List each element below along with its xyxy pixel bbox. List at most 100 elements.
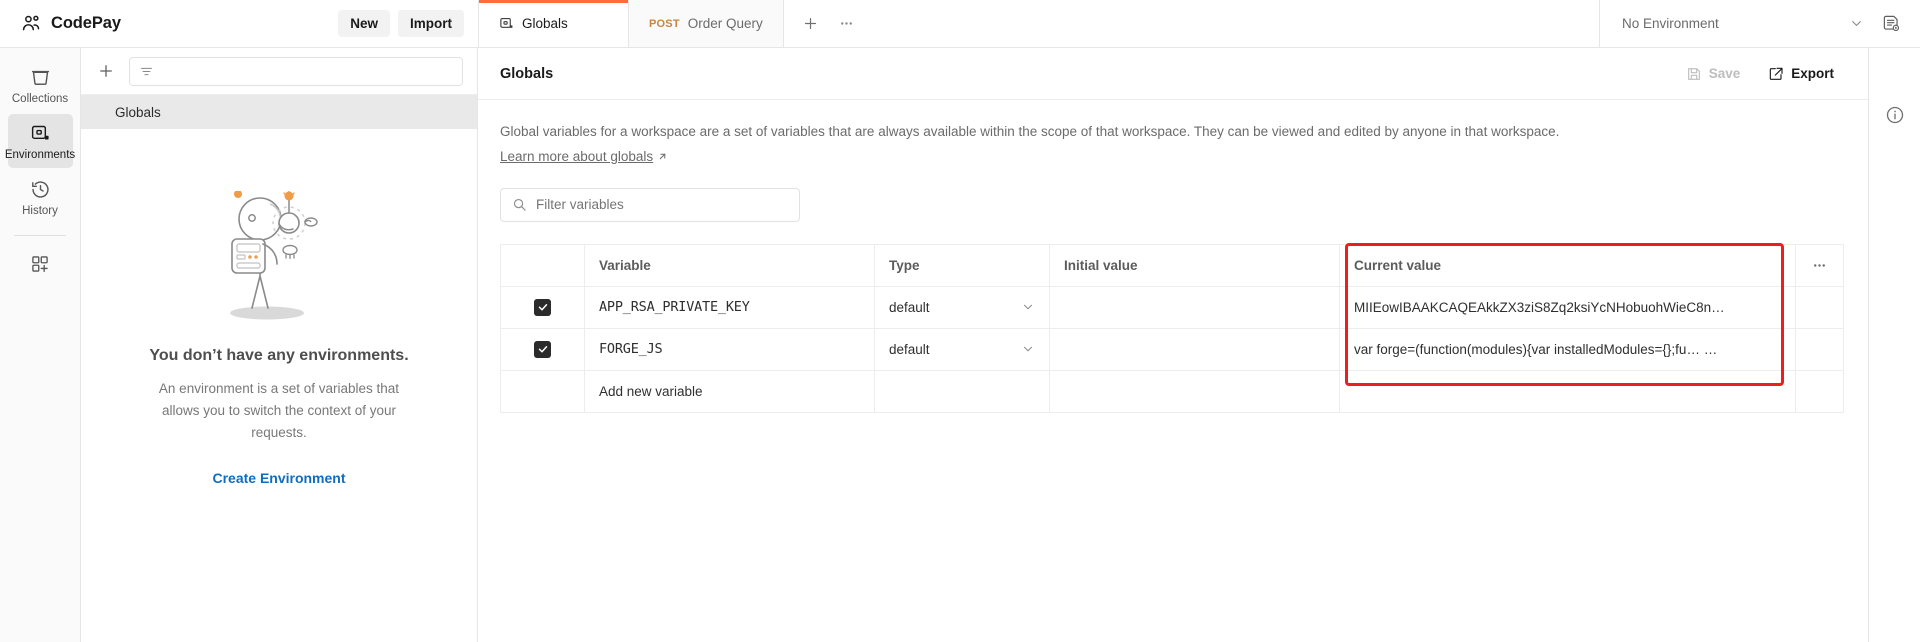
workspace-actions: New Import — [338, 10, 464, 37]
environment-selector[interactable]: No Environment — [1618, 10, 1868, 37]
filter-variables-input[interactable] — [536, 197, 788, 213]
globals-content: Global variables for a workspace are a s… — [478, 100, 1868, 642]
row-current-value[interactable]: MIIEowIBAAKCAQEAkkZX3ziS8Zq2ksiYcNHobuoh… — [1339, 285, 1796, 329]
workspace-name: CodePay — [51, 14, 121, 32]
add-apps-button[interactable] — [8, 245, 73, 281]
environments-sidebar: Globals You don’t have any environments.… — [81, 48, 478, 642]
empty-state-description: An environment is a set of variables tha… — [158, 381, 400, 440]
row-actions — [1795, 285, 1844, 329]
top-bar: CodePay New Import Globals POST Order Qu… — [0, 0, 1920, 48]
variables-table: Variable Type Initial value Current valu… — [500, 243, 1844, 413]
workspace-bar: CodePay New Import — [0, 0, 479, 47]
sidebar-item-collections[interactable]: Collections — [8, 58, 73, 112]
add-row-type[interactable] — [874, 369, 1050, 413]
header-type: Type — [874, 243, 1050, 287]
sidebar-item-environments[interactable]: Environments — [4, 114, 76, 168]
info-icon[interactable] — [1880, 100, 1910, 130]
export-icon — [1768, 66, 1784, 82]
tab-label: Globals — [522, 16, 568, 31]
globals-panel: Globals Save Export Global variables for… — [478, 48, 1868, 642]
add-row-current-value[interactable] — [1339, 369, 1796, 413]
collections-icon — [30, 67, 51, 88]
save-label: Save — [1708, 66, 1741, 81]
filter-variables-box[interactable] — [500, 187, 800, 222]
row-variable-name[interactable]: APP_RSA_PRIVATE_KEY — [584, 285, 875, 329]
rail-divider — [14, 235, 66, 236]
chevron-down-icon — [1021, 342, 1035, 356]
sidebar-item-label: History — [22, 205, 58, 217]
row-checkbox[interactable] — [534, 340, 551, 358]
globals-header: Globals Save Export — [478, 48, 1868, 100]
tab-strip-filler — [874, 0, 1600, 47]
create-environment-link[interactable]: Create Environment — [212, 470, 345, 486]
row-current-value[interactable]: var forge=(function(modules){var install… — [1339, 327, 1796, 371]
list-item-globals[interactable]: Globals — [81, 95, 477, 129]
import-button[interactable]: Import — [398, 10, 464, 37]
postman-window: CodePay New Import Globals POST Order Qu… — [0, 0, 1920, 642]
table-row: FORGE_JS default var forge=(function(mod… — [500, 327, 1844, 371]
table-options-button[interactable] — [1795, 243, 1844, 287]
row-type-cell[interactable]: default — [874, 327, 1050, 371]
add-row-actions — [1795, 369, 1844, 413]
add-row-checkbox-cell — [500, 369, 585, 413]
environment-list: Globals — [81, 94, 477, 129]
header-current-value: Current value — [1339, 243, 1796, 287]
header-select — [500, 243, 585, 287]
add-variable-row[interactable]: Add new variable — [500, 369, 1844, 413]
history-icon — [30, 179, 51, 200]
app-body: Collections Environments History Globals… — [0, 48, 1920, 642]
learn-more-label: Learn more about globals — [500, 148, 654, 164]
export-label: Export — [1791, 66, 1834, 81]
variables-table-wrap: Variable Type Initial value Current valu… — [500, 242, 1844, 413]
tab-globals[interactable]: Globals — [479, 0, 629, 47]
astronaut-illustration — [204, 191, 354, 321]
row-checkbox-cell — [500, 285, 585, 329]
environment-selected-label: No Environment — [1622, 16, 1719, 31]
row-type-cell[interactable]: default — [874, 285, 1050, 329]
sidebar-filter-input[interactable] — [158, 63, 453, 79]
export-button[interactable]: Export — [1758, 60, 1844, 88]
external-link-icon — [657, 151, 668, 162]
sidebar-filter-box[interactable] — [129, 56, 463, 86]
environments-empty-state: You don’t have any environments. An envi… — [81, 129, 477, 642]
environment-quick-look-icon[interactable] — [1876, 9, 1906, 39]
learn-more-link[interactable]: Learn more about globals — [500, 149, 668, 164]
tab-order-query[interactable]: POST Order Query — [629, 0, 784, 47]
right-rail — [1868, 48, 1920, 642]
add-variable-placeholder[interactable]: Add new variable — [584, 369, 875, 413]
search-icon — [512, 197, 527, 212]
tab-actions — [784, 0, 874, 47]
left-rail: Collections Environments History — [0, 48, 81, 642]
sidebar-toolbar — [81, 48, 477, 94]
row-checkbox-cell — [500, 327, 585, 371]
ellipsis-icon[interactable] — [832, 9, 862, 39]
header-variable: Variable — [584, 243, 875, 287]
tab-label: Order Query — [687, 16, 763, 31]
environment-bar: No Environment — [1600, 0, 1920, 47]
environment-icon — [499, 16, 514, 31]
tab-strip: Globals POST Order Query — [479, 0, 1600, 47]
add-row-initial-value[interactable] — [1049, 369, 1340, 413]
new-button[interactable]: New — [338, 10, 390, 37]
create-environment-plus-icon[interactable] — [91, 56, 121, 86]
row-initial-value[interactable] — [1049, 285, 1340, 329]
save-icon — [1686, 66, 1702, 82]
empty-state-title: You don’t have any environments. — [149, 347, 409, 364]
filter-icon — [139, 64, 154, 79]
globals-description: Global variables for a workspace are a s… — [500, 124, 1560, 139]
environments-icon — [30, 123, 51, 144]
header-actions: Save Export — [1676, 60, 1844, 88]
chevron-down-icon — [1849, 16, 1864, 31]
table-header-row: Variable Type Initial value Current valu… — [500, 243, 1844, 287]
plus-icon[interactable] — [796, 9, 826, 39]
add-apps-icon — [30, 254, 50, 274]
row-initial-value[interactable] — [1049, 327, 1340, 371]
row-variable-name[interactable]: FORGE_JS — [584, 327, 875, 371]
row-checkbox[interactable] — [534, 298, 551, 316]
sidebar-item-label: Environments — [4, 149, 76, 161]
sidebar-item-history[interactable]: History — [8, 170, 73, 224]
list-item-label: Globals — [115, 104, 161, 120]
save-button[interactable]: Save — [1676, 60, 1751, 88]
row-type-value: default — [889, 299, 930, 315]
header-initial-value: Initial value — [1049, 243, 1340, 287]
